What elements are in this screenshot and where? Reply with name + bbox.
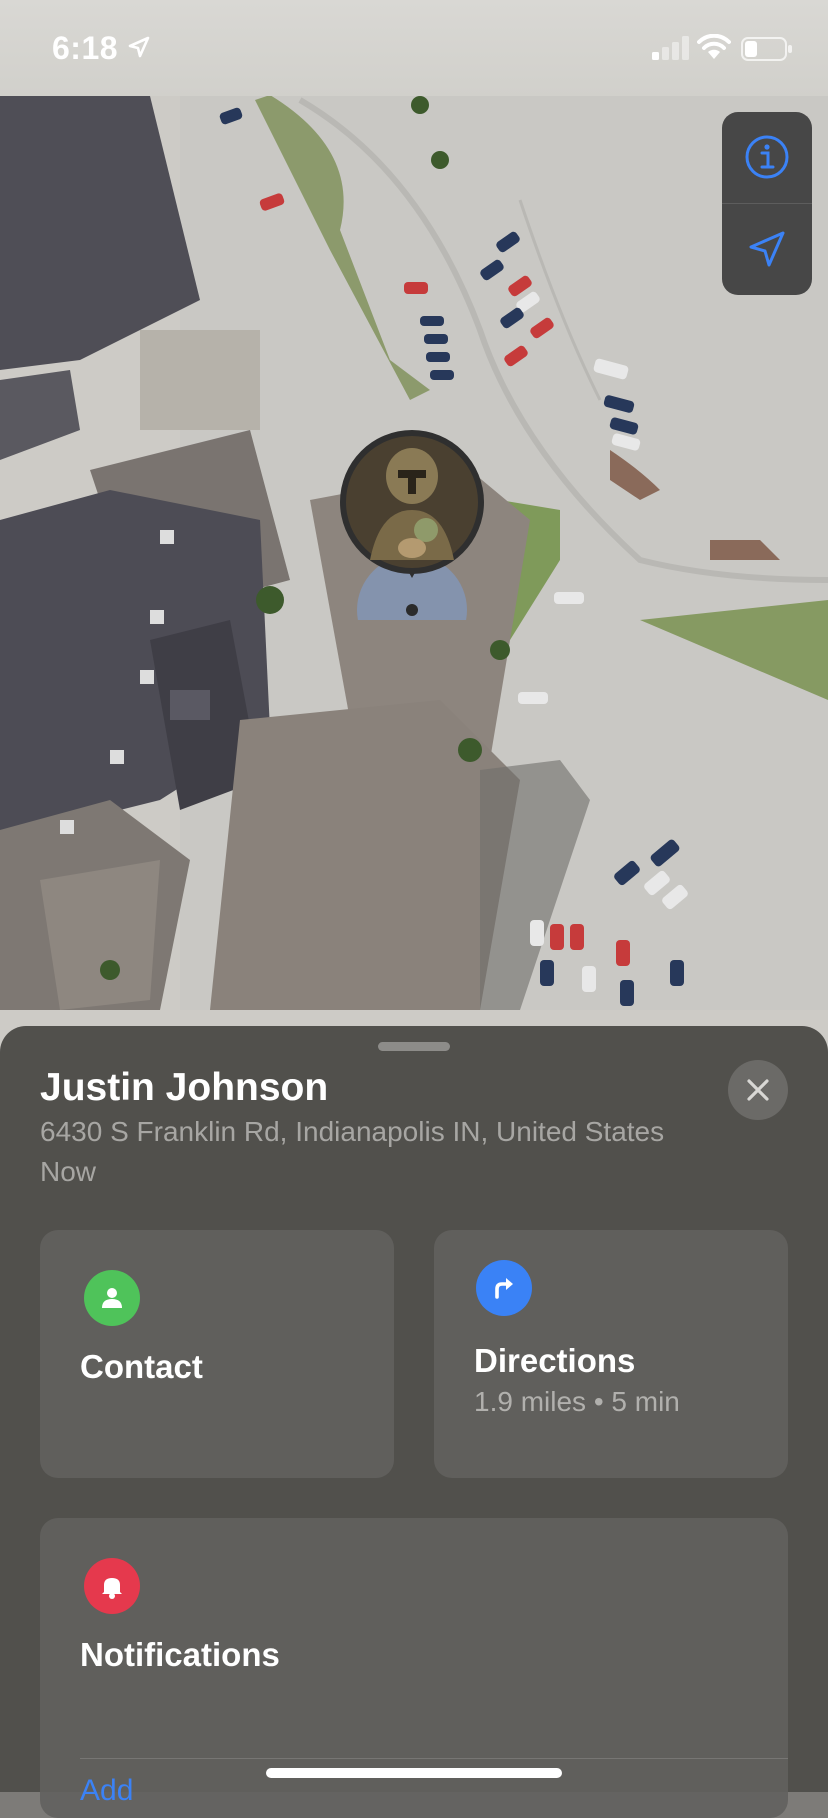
map-controls (722, 112, 812, 295)
close-button[interactable] (728, 1060, 788, 1120)
info-circle-icon (745, 135, 789, 179)
sheet-grabber[interactable] (378, 1042, 450, 1051)
wifi-icon (697, 34, 731, 59)
turn-right-arrow-icon (476, 1260, 532, 1316)
location-arrow-icon (749, 231, 785, 267)
notifications-divider (80, 1758, 788, 1759)
last-seen-time: Now (40, 1156, 97, 1187)
directions-card[interactable]: Directions 1.9 miles • 5 min (434, 1230, 788, 1478)
person-details-sheet: Justin Johnson 6430 S Franklin Rd, India… (0, 1026, 828, 1818)
current-location-button[interactable] (722, 204, 812, 294)
person-address: 6430 S Franklin Rd, Indianapolis IN, Uni… (40, 1116, 665, 1147)
close-icon (747, 1079, 769, 1101)
home-indicator[interactable] (266, 1768, 562, 1778)
person-name: Justin Johnson (40, 1066, 329, 1109)
directions-label: Directions (474, 1342, 636, 1379)
bell-icon (84, 1558, 140, 1614)
battery-icon (741, 37, 792, 61)
notifications-title: Notifications (80, 1636, 280, 1673)
status-bar: 6:18 (0, 0, 828, 96)
cellular-signal-icon (652, 36, 689, 60)
directions-detail: 1.9 miles • 5 min (474, 1386, 680, 1417)
map-info-button[interactable] (722, 112, 812, 202)
contact-card[interactable]: Contact (40, 1230, 394, 1478)
status-time: 6:18 (52, 30, 119, 66)
contact-label: Contact (80, 1348, 203, 1385)
location-services-icon (128, 36, 150, 58)
person-avatar-pin (340, 430, 484, 665)
person-icon (84, 1270, 140, 1326)
add-notification-link[interactable]: Add (80, 1774, 133, 1808)
person-location-pin[interactable] (340, 430, 484, 665)
